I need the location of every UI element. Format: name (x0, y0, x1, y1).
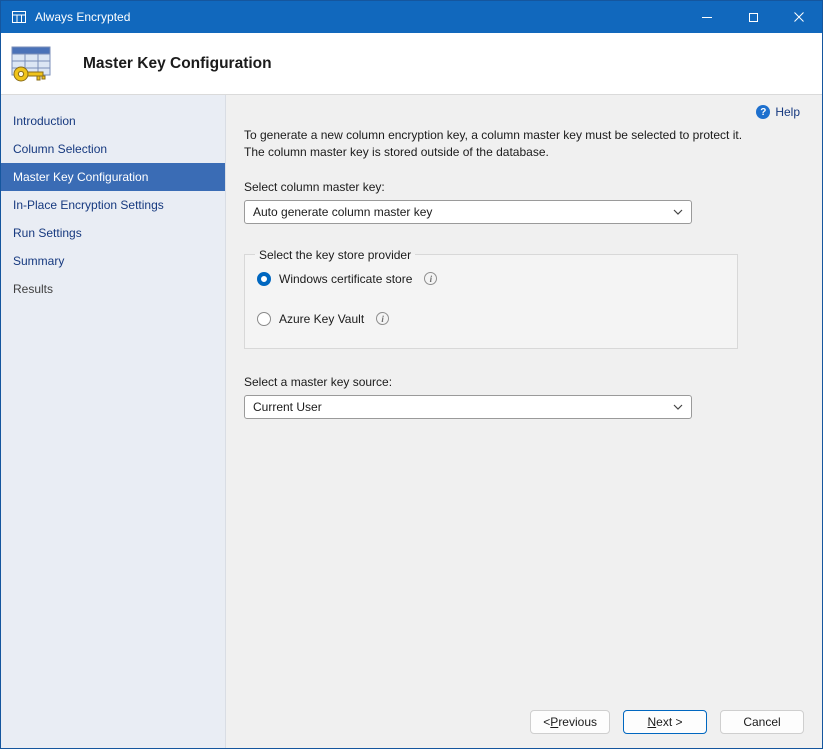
windows-certificate-store-label: Windows certificate store (279, 272, 412, 286)
master-key-source-dropdown[interactable]: Current User (244, 395, 692, 419)
sidebar-item-summary[interactable]: Summary (1, 247, 225, 275)
column-master-key-dropdown[interactable]: Auto generate column master key (244, 200, 692, 224)
chevron-down-icon (673, 209, 683, 215)
always-encrypted-window: Always Encrypted (0, 0, 823, 749)
windows-certificate-store-option[interactable]: Windows certificate store i (257, 272, 725, 286)
radio-selected-icon[interactable] (257, 272, 271, 286)
sidebar-item-in-place-encryption-settings[interactable]: In-Place Encryption Settings (1, 191, 225, 219)
azure-key-vault-label: Azure Key Vault (279, 312, 364, 326)
wizard-steps-sidebar: Introduction Column Selection Master Key… (1, 95, 226, 748)
minimize-icon (702, 17, 712, 18)
previous-button-text-rest: revious (558, 715, 597, 729)
maximize-icon (749, 13, 758, 22)
key-store-provider-legend: Select the key store provider (255, 248, 415, 262)
cancel-button[interactable]: Cancel (720, 710, 804, 734)
sidebar-item-run-settings[interactable]: Run Settings (1, 219, 225, 247)
sidebar-item-results: Results (1, 275, 225, 303)
help-link[interactable]: ? Help (756, 105, 800, 119)
page-title: Master Key Configuration (83, 55, 272, 73)
close-icon (794, 12, 804, 22)
info-icon[interactable]: i (424, 272, 437, 285)
sidebar-item-column-selection[interactable]: Column Selection (1, 135, 225, 163)
previous-button[interactable]: < Previous (530, 710, 610, 734)
window-controls (684, 1, 822, 33)
wizard-body: Introduction Column Selection Master Key… (1, 95, 822, 748)
minimize-button[interactable] (684, 1, 730, 33)
page-description: To generate a new column encryption key,… (244, 127, 752, 162)
next-button-text-rest: ext > (656, 715, 682, 729)
column-master-key-value: Auto generate column master key (253, 205, 432, 219)
window-title: Always Encrypted (35, 10, 130, 24)
key-store-provider-group: Select the key store provider Windows ce… (244, 248, 738, 349)
help-icon: ? (756, 105, 770, 119)
radio-unselected-icon[interactable] (257, 312, 271, 326)
previous-button-mnemonic: P (550, 715, 558, 729)
wizard-content: ? Help To generate a new column encrypti… (226, 95, 822, 748)
azure-key-vault-option[interactable]: Azure Key Vault i (257, 312, 725, 326)
master-key-table-icon (9, 43, 53, 85)
info-icon[interactable]: i (376, 312, 389, 325)
wizard-header: Master Key Configuration (1, 33, 822, 95)
chevron-down-icon (673, 404, 683, 410)
previous-button-text: < (543, 715, 550, 729)
next-button[interactable]: Next > (623, 710, 707, 734)
maximize-button[interactable] (730, 1, 776, 33)
wizard-footer: < Previous Next > Cancel (244, 710, 804, 734)
sidebar-item-master-key-configuration[interactable]: Master Key Configuration (1, 163, 225, 191)
titlebar: Always Encrypted (1, 1, 822, 33)
master-key-label: Select column master key: (244, 180, 804, 194)
master-key-source-value: Current User (253, 400, 322, 414)
help-label: Help (775, 105, 800, 119)
app-icon (11, 9, 27, 25)
master-key-source-label: Select a master key source: (244, 375, 804, 389)
close-button[interactable] (776, 1, 822, 33)
sidebar-item-introduction[interactable]: Introduction (1, 107, 225, 135)
next-button-mnemonic: N (647, 715, 656, 729)
